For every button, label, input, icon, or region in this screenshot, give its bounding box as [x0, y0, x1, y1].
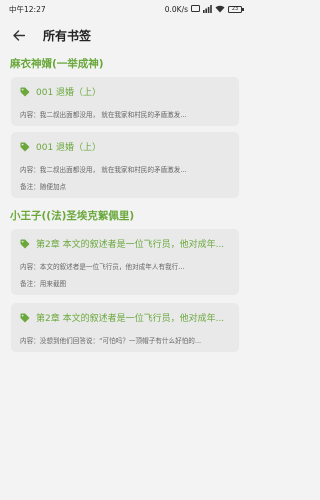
- bookmark-card[interactable]: 第2章 本文的叙述者是一位飞行员，他对成年... 内容：本文的叙述者是一位飞行员…: [11, 229, 239, 295]
- bookmark-card[interactable]: 第2章 本文的叙述者是一位飞行员，他对成年... 内容：没想到他们回答说：“可怕…: [11, 303, 239, 352]
- tag-icon: [20, 142, 30, 151]
- arrow-left-icon: [13, 29, 25, 41]
- status-icons: 0.0K/s 23: [164, 4, 244, 14]
- bookmark-chapter: 001 退婚（上）: [36, 88, 102, 98]
- bookmark-header: 001 退婚（上）: [20, 85, 230, 98]
- battery-icon: 23: [228, 5, 244, 13]
- bookmark-content: 内容：本文的叙述者是一位飞行员，他对成年人有我行...: [20, 263, 185, 271]
- bookmark-header: 001 退婚（上）: [20, 140, 230, 153]
- bookmark-header: 第2章 本文的叙述者是一位飞行员，他对成年...: [20, 237, 230, 250]
- bookmark-chapter: 第2章 本文的叙述者是一位飞行员，他对成年...: [36, 314, 225, 324]
- book-title: 小王子((法)圣埃克絮佩里): [10, 210, 135, 222]
- tag-icon: [20, 313, 30, 322]
- book-title: 麻衣神婿(一举成神): [10, 58, 104, 70]
- bookmark-chapter: 001 退婚（上）: [36, 143, 102, 153]
- bookmark-note: 备注：用来截图: [20, 280, 67, 288]
- tag-icon: [20, 87, 30, 96]
- bookmark-content: 内容：没想到他们回答说：“可怕吗？一顶帽子有什么好怕的...: [20, 337, 202, 345]
- bookmark-content: 内容：我二叔出面都没用， 就在我家和村民的矛盾激发...: [20, 166, 187, 174]
- bookmark-header: 第2章 本文的叙述者是一位飞行员，他对成年...: [20, 311, 230, 324]
- status-time: 中午12:27: [9, 4, 46, 14]
- back-button[interactable]: [10, 26, 28, 44]
- bookmark-card[interactable]: 001 退婚（上） 内容：我二叔出面都没用， 就在我家和村民的矛盾激发... 备…: [11, 132, 239, 198]
- battery-level: 23: [231, 5, 239, 12]
- bookmark-note: 备注：随便加点: [20, 183, 67, 191]
- cast-icon: [191, 5, 200, 12]
- bookmark-card[interactable]: 001 退婚（上） 内容：我二叔出面都没用， 就在我家和村民的矛盾激发...: [11, 77, 239, 126]
- page-title: 所有书签: [43, 28, 92, 43]
- network-speed: 0.0K/s: [164, 4, 188, 14]
- wifi-icon: [215, 5, 225, 13]
- bookmark-chapter: 第2章 本文的叙述者是一位飞行员，他对成年...: [36, 240, 225, 250]
- app-bar: 所有书签: [0, 18, 250, 52]
- bookmark-content: 内容：我二叔出面都没用， 就在我家和村民的矛盾激发...: [20, 111, 187, 119]
- signal-icon: [203, 5, 212, 13]
- tag-icon: [20, 239, 30, 248]
- status-bar: 中午12:27 0.0K/s 23: [0, 0, 250, 18]
